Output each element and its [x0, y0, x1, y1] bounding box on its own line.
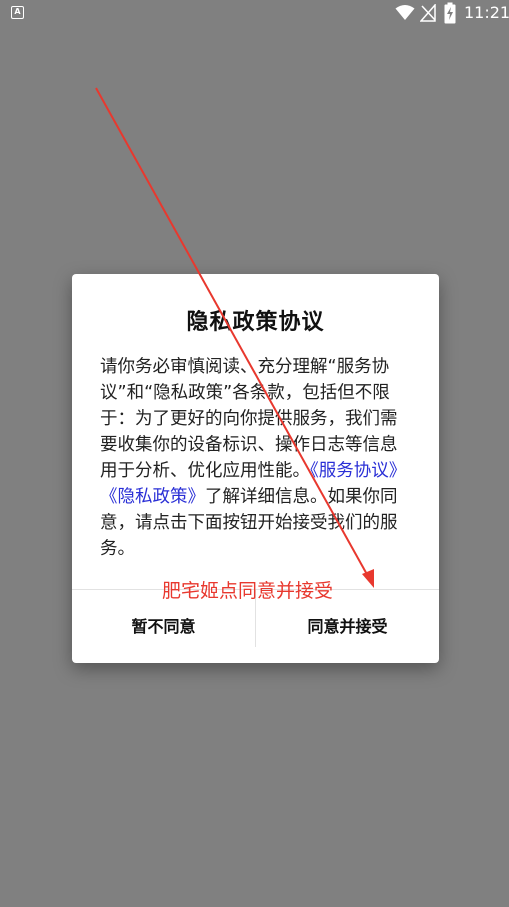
annotation-label: 肥宅姬点同意并接受 — [162, 580, 334, 602]
app-notification-icon: A — [11, 6, 24, 19]
no-signal-icon — [420, 4, 436, 22]
privacy-policy-link[interactable]: 《隐私政策》 — [100, 487, 205, 507]
service-agreement-link[interactable]: 《服务协议》 — [310, 461, 406, 481]
dialog-title: 隐私政策协议 — [186, 310, 325, 335]
status-bar: A 11:21 — [0, 0, 509, 26]
battery-charging-icon — [444, 2, 456, 24]
status-time: 11:21 — [464, 3, 509, 22]
wifi-icon — [395, 5, 415, 20]
dialog-body-text: 请你务必审慎阅读、充分理解“服务协议”和“隐私政策”各条款，包括但不限于：为了更… — [100, 354, 412, 562]
privacy-policy-dialog: 隐私政策协议 请你务必审慎阅读、充分理解“服务协议”和“隐私政策”各条款，包括但… — [72, 274, 439, 663]
